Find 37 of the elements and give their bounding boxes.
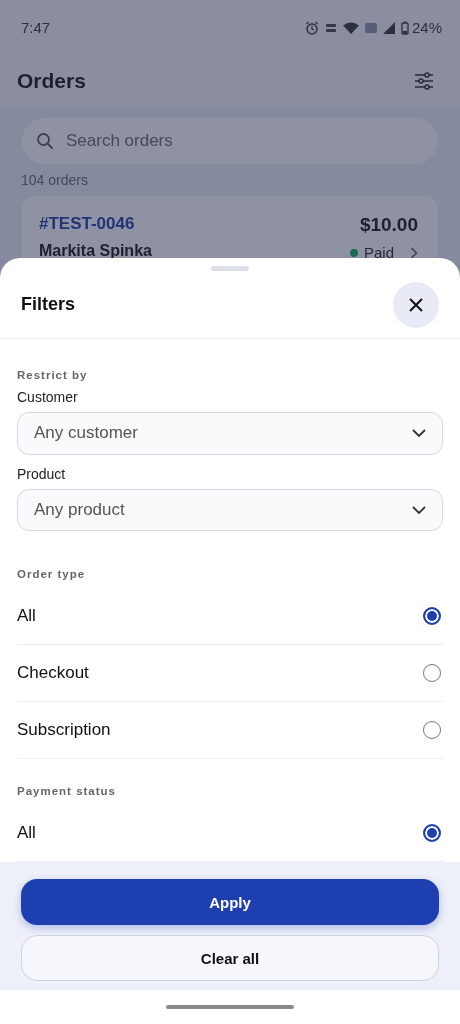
filter-icon[interactable]: [414, 72, 434, 90]
drag-handle[interactable]: [211, 266, 249, 271]
dropdown-field[interactable]: Any product: [17, 488, 443, 531]
chevron-down-icon: [412, 429, 426, 438]
battery-icon: [400, 20, 409, 35]
status-time: 7:47: [21, 19, 51, 36]
sheet-title: Filters: [21, 294, 76, 315]
option-label: All: [17, 606, 36, 626]
order-count: 104 orders: [21, 172, 89, 188]
status-label: Paid: [363, 244, 394, 261]
wifi-icon: [342, 21, 359, 34]
close-icon: [409, 297, 423, 312]
section-heading: Order type: [17, 568, 87, 580]
field-label: Customer: [17, 389, 79, 405]
chevron-right-icon: [410, 246, 418, 259]
section-heading: Payment status: [17, 785, 117, 797]
customer-name: Markita Spinka: [39, 242, 152, 260]
option-label: All: [17, 823, 36, 843]
page-title: Orders: [17, 69, 86, 93]
option-label: Subscription: [17, 720, 111, 740]
radio-button[interactable]: [423, 824, 441, 842]
order-amount: $10.00: [359, 214, 418, 236]
search-icon: [36, 132, 54, 150]
signal-icon: [382, 21, 395, 34]
section-heading: Restrict by: [17, 369, 89, 381]
close-button[interactable]: [393, 281, 439, 328]
apply-button[interactable]: Apply: [21, 879, 439, 925]
clear-button[interactable]: Clear all: [21, 935, 439, 981]
alarm-icon: [304, 20, 319, 35]
search-field[interactable]: Search orders: [22, 118, 438, 164]
field-label: Product: [17, 465, 67, 482]
option-label: Checkout: [17, 663, 89, 683]
dropdown-field[interactable]: Any customer: [17, 412, 443, 455]
order-id: #TEST-0046: [39, 214, 136, 234]
radio-button[interactable]: [423, 607, 441, 625]
battery-level: 24%: [411, 19, 442, 36]
chevron-down-icon: [412, 505, 426, 514]
